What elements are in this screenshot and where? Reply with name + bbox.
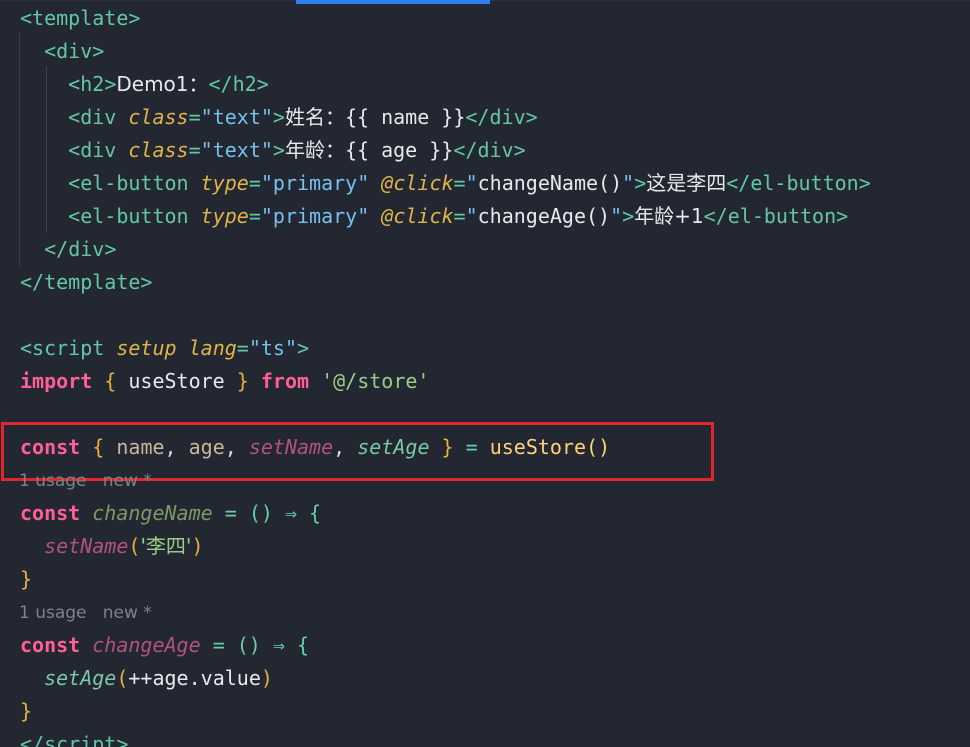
from-keyword: from <box>260 369 310 393</box>
change-name-function: changeName <box>92 501 213 525</box>
class-value: text <box>212 105 261 129</box>
class-value: text <box>212 138 261 162</box>
code-line-6[interactable]: <el-button type="primary" @click="change… <box>20 167 871 200</box>
script-tag: script <box>32 336 105 360</box>
code-line-17[interactable]: } <box>20 563 32 596</box>
click-handler: changeAge() <box>477 204 611 228</box>
code-line-15[interactable]: const changeName = () ⇒ { <box>20 497 321 530</box>
lang-value: ts <box>260 336 285 360</box>
arrow-function-open: = () ⇒ { <box>224 501 322 525</box>
h2-close-tag: h2 <box>232 72 257 96</box>
code-line-12[interactable]: import { useStore } from '@/store' <box>20 365 429 398</box>
button-label-text: 这是李四 <box>646 171 727 195</box>
lang-attr: lang <box>188 336 237 360</box>
div-close-tag: div <box>68 237 105 261</box>
code-line-4[interactable]: <div class="text">姓名：{{ name }}</div> <box>20 101 537 134</box>
code-line-19[interactable]: setAge(++age.value) <box>20 662 273 695</box>
h2-text: Demo1： <box>116 72 209 96</box>
setup-attr: setup <box>116 336 177 360</box>
import-keyword: import <box>20 369 93 393</box>
age-label-text: 年龄： <box>284 138 345 162</box>
code-line-1[interactable]: <template> <box>20 2 140 35</box>
const-keyword: const <box>20 501 81 525</box>
code-line-2[interactable]: <div> <box>20 35 104 68</box>
div-close-tag: div <box>489 105 526 129</box>
code-line-7[interactable]: <el-button type="primary" @click="change… <box>20 200 848 233</box>
click-attr: @click <box>381 204 454 228</box>
value-property: .value <box>188 666 261 690</box>
code-line-18[interactable]: const changeAge = () ⇒ { <box>20 629 309 662</box>
store-path-string: '@/store' <box>321 369 430 393</box>
type-attr: type <box>200 171 249 195</box>
set-name-argument: '李四' <box>140 534 192 558</box>
template-tag: template <box>32 6 129 30</box>
code-line-21[interactable]: </script> <box>20 728 128 747</box>
usage-hint[interactable]: 1 usage new * <box>19 469 152 493</box>
script-close-tag: script <box>44 732 117 747</box>
set-age-call: setAge <box>44 666 117 690</box>
el-button-close-tag: el-button <box>727 204 837 228</box>
div-close-tag: div <box>477 138 514 162</box>
h2-tag: h2 <box>80 72 105 96</box>
el-button-tag: el-button <box>80 171 189 195</box>
el-button-close-tag: el-button <box>750 171 859 195</box>
use-store-import: useStore <box>128 369 225 393</box>
type-value: primary <box>272 204 358 228</box>
usage-hint[interactable]: 1 usage new * <box>19 601 152 625</box>
class-attr: class <box>128 105 189 129</box>
code-line-16[interactable]: setName('李四') <box>20 530 203 563</box>
template-close-tag: template <box>44 270 141 294</box>
type-value: primary <box>272 171 358 195</box>
code-line-5[interactable]: <div class="text">年龄：{{ age }}</div> <box>20 134 525 167</box>
change-age-function: changeAge <box>92 633 201 657</box>
code-editor[interactable]: <template> <div> <h2>Demo1：</h2> <div cl… <box>0 0 970 747</box>
set-age-argument: ++age <box>128 666 189 690</box>
type-attr: type <box>200 204 249 228</box>
arrow-function-open: = () ⇒ { <box>212 633 310 657</box>
code-line-8[interactable]: </div> <box>20 233 116 266</box>
el-button-tag: el-button <box>80 204 189 228</box>
code-line-11[interactable]: <script setup lang="ts"> <box>20 332 309 365</box>
div-tag: div <box>80 138 117 162</box>
code-line-9[interactable]: </template> <box>20 266 152 299</box>
click-attr: @click <box>381 171 454 195</box>
set-name-call: setName <box>44 534 129 558</box>
code-line-20[interactable]: } <box>20 695 32 728</box>
const-keyword: const <box>20 633 81 657</box>
code-line-3[interactable]: <h2>Demo1：</h2> <box>20 68 269 101</box>
age-expression: {{ age }} <box>344 138 454 162</box>
name-label-text: 姓名： <box>284 105 345 129</box>
active-tab-indicator[interactable] <box>296 0 490 4</box>
name-expression: {{ name }} <box>344 105 466 129</box>
div-tag: div <box>56 39 93 63</box>
button-label-text: 年龄+1 <box>634 204 704 228</box>
class-attr: class <box>128 138 189 162</box>
click-handler: changeName() <box>477 171 623 195</box>
div-tag: div <box>80 105 117 129</box>
